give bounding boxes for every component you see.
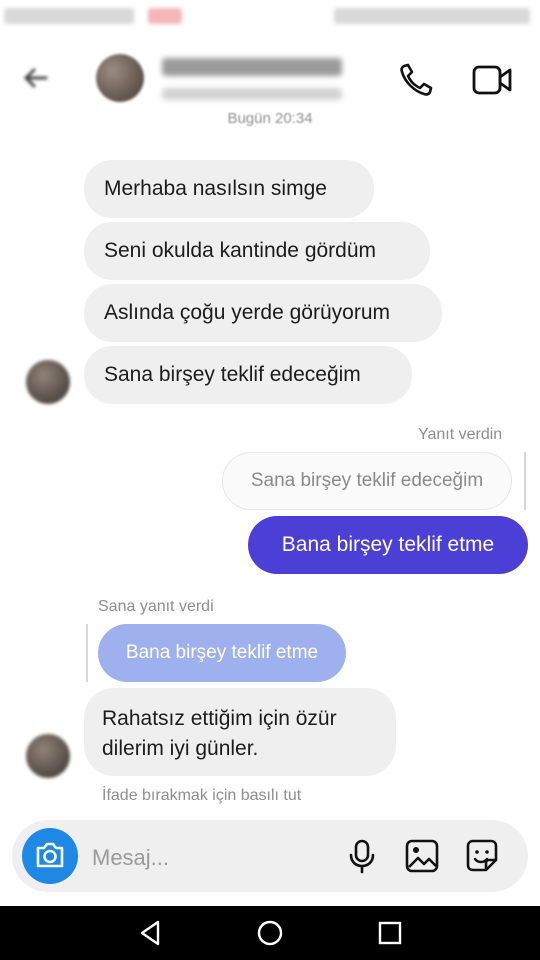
message-text: Merhaba nasılsın simge <box>104 177 327 200</box>
gallery-icon <box>405 839 439 873</box>
nav-back-button[interactable] <box>134 916 168 950</box>
reply-label-outgoing: Yanıt verdin <box>418 426 503 443</box>
chat-timestamp: Bugün 20:34 <box>227 110 313 127</box>
message-text: Bana birşey teklif etme <box>281 533 495 556</box>
gallery-button[interactable] <box>402 836 442 876</box>
message-input[interactable] <box>90 842 324 874</box>
video-camera-icon <box>472 65 512 95</box>
nav-recents-icon <box>378 921 402 945</box>
back-button[interactable] <box>16 58 64 98</box>
outgoing-message[interactable]: Bana birşey teklif etme <box>248 516 528 574</box>
message-text-line: Rahatsız ettiğim için özür <box>102 707 337 730</box>
status-left-blur <box>4 8 134 24</box>
message-text: Aslında çoğu yerde görüyorum <box>104 301 390 324</box>
sender-avatar[interactable] <box>26 734 70 778</box>
reaction-hint: İfade bırakmak için basılı tut <box>102 787 302 804</box>
reply-label-incoming: Sana yanıt verdi <box>98 598 214 615</box>
message-text: Seni okulda kantinde gördüm <box>104 239 377 262</box>
sticker-icon <box>466 839 498 872</box>
incoming-message[interactable]: Aslında çoğu yerde görüyorum <box>84 284 442 342</box>
message-composer <box>12 820 528 892</box>
nav-home-icon <box>257 920 283 946</box>
contact-name-blurred[interactable] <box>162 58 342 76</box>
video-call-button[interactable] <box>470 58 514 102</box>
nav-back-icon <box>140 920 160 946</box>
system-navigation-bar <box>0 906 540 960</box>
contact-avatar[interactable] <box>96 54 144 102</box>
voice-call-button[interactable] <box>394 58 438 102</box>
status-bar <box>0 0 540 36</box>
contact-username-blurred <box>162 88 342 100</box>
voice-message-button[interactable] <box>342 836 382 876</box>
sticker-button[interactable] <box>462 836 502 876</box>
incoming-message[interactable]: Rahatsız ettiğim için özür dilerim iyi g… <box>84 688 396 776</box>
chat-header <box>0 36 540 120</box>
status-right-blur <box>334 8 530 24</box>
quoted-message-outgoing[interactable]: Sana birşey teklif edeceğim <box>222 452 512 510</box>
sender-avatar[interactable] <box>26 360 70 404</box>
status-notification-blur <box>148 8 182 24</box>
microphone-icon <box>349 839 375 874</box>
quoted-text: Bana birşey teklif etme <box>125 642 319 663</box>
phone-icon <box>400 63 433 96</box>
camera-button[interactable] <box>22 828 78 884</box>
reply-bar <box>524 452 526 510</box>
back-arrow-icon <box>23 68 48 88</box>
quoted-message-incoming[interactable]: Bana birşey teklif etme <box>98 624 346 682</box>
quoted-text: Sana birşey teklif edeceğim <box>250 470 484 491</box>
incoming-message[interactable]: Seni okulda kantinde gördüm <box>84 222 430 280</box>
camera-icon <box>36 842 64 868</box>
incoming-message[interactable]: Sana birşey teklif edeceğim <box>84 346 412 404</box>
nav-home-button[interactable] <box>253 916 287 950</box>
incoming-message[interactable]: Merhaba nasılsın simge <box>84 160 374 218</box>
message-text: Sana birşey teklif edeceğim <box>104 363 361 386</box>
message-text-line: dilerim iyi günler. <box>102 737 259 760</box>
reply-bar <box>86 624 88 682</box>
nav-recents-button[interactable] <box>373 916 407 950</box>
